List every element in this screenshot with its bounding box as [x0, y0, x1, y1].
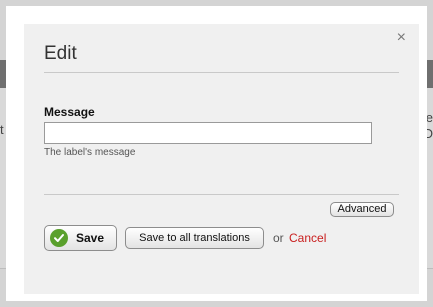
message-label: Message [44, 105, 95, 119]
modal-overlay-frame: × Edit Message The label's message Advan… [6, 6, 427, 301]
or-separator-text: or [273, 231, 284, 245]
save-button[interactable]: Save [44, 225, 117, 251]
save-to-all-translations-button[interactable]: Save to all translations [125, 227, 264, 249]
background-text-fragment: t [0, 122, 4, 137]
message-input[interactable] [44, 122, 372, 144]
section-divider [44, 194, 399, 195]
title-divider [44, 72, 399, 73]
advanced-button[interactable]: Advanced [330, 202, 394, 217]
check-circle-icon [50, 229, 68, 247]
message-hint: The label's message [44, 147, 136, 158]
dialog-title: Edit [44, 43, 77, 64]
close-icon[interactable]: × [397, 30, 406, 46]
save-button-label: Save [76, 231, 105, 245]
cancel-link[interactable]: Cancel [289, 231, 326, 245]
edit-dialog: × Edit Message The label's message Advan… [24, 24, 419, 294]
